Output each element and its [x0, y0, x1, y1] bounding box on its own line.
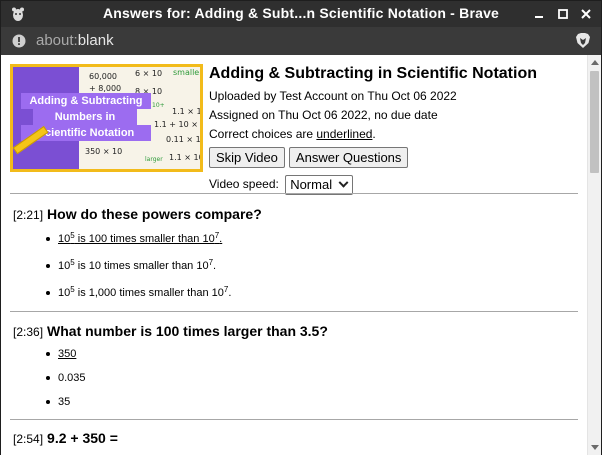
thumbnail-banner-line: Numbers in	[33, 109, 137, 125]
choice-item: 105 is 100 times smaller than 107.	[46, 226, 578, 253]
video-speed-value: Normal	[290, 176, 333, 192]
question-block: [2:21] How do these powers compare? 105 i…	[13, 205, 578, 307]
choice-mid: is 10 times smaller than 10	[74, 260, 209, 272]
math-snippet: 1.1 + 10 × 10	[154, 120, 200, 129]
correct-note-underlined: underlined	[316, 127, 373, 141]
choice-end: .	[219, 233, 223, 245]
math-snippet: 1.1 × 10	[172, 107, 202, 116]
divider	[10, 193, 578, 194]
close-button[interactable]	[577, 5, 595, 23]
choice-item: 105 is 10 times smaller than 107.	[46, 253, 578, 280]
math-snippet: 0.11 × 10	[166, 135, 203, 144]
question-block: [2:36] What number is 100 times larger th…	[13, 322, 578, 414]
choice-item: 0.035	[46, 366, 578, 390]
page-content[interactable]: 60,000 + 8,000 6 × 10 8 × 10 smaller 1.1…	[1, 55, 587, 455]
math-snippet: 350 × 10	[85, 147, 123, 156]
divider	[10, 419, 578, 420]
question-header: [2:21] How do these powers compare?	[13, 205, 578, 223]
chevron-down-icon	[338, 177, 349, 188]
choice-list: 350 0.035 35	[46, 342, 578, 414]
choice-base: 10	[58, 233, 71, 245]
url-scheme: about:	[36, 32, 78, 49]
title-bar[interactable]: Answers for: Adding & Subt...n Scientifi…	[1, 1, 601, 27]
bullet	[46, 291, 50, 295]
video-thumbnail[interactable]: 60,000 + 8,000 6 × 10 8 × 10 smaller 1.1…	[10, 64, 203, 172]
divider	[10, 311, 578, 312]
thumbnail-banner-line: Adding & Subtracting	[21, 93, 151, 109]
choice-base: 10	[58, 260, 71, 272]
scrollbar-thumb[interactable]	[590, 71, 599, 173]
minimize-icon	[535, 16, 543, 18]
choice-end: .	[213, 260, 217, 272]
window-title: Answers for: Adding & Subt...n Scientifi…	[102, 5, 500, 21]
choice-mid: is 100 times smaller than 10	[74, 233, 215, 245]
scroll-down-arrow-icon[interactable]	[591, 445, 599, 450]
choice-list: 105 is 100 times smaller than 107. 105 i…	[46, 226, 578, 307]
url-field[interactable]: about:blank	[36, 32, 114, 49]
close-icon	[581, 9, 591, 19]
choice-text: 105 is 1,000 times smaller than 107.	[58, 286, 232, 300]
question-block: [2:54] 9.2 + 350 =	[13, 429, 578, 447]
bullet	[46, 400, 50, 404]
choice-text: 350	[58, 348, 77, 360]
choice-base: 10	[58, 287, 71, 299]
math-snippet: larger	[145, 156, 163, 163]
video-header: 60,000 + 8,000 6 × 10 8 × 10 smaller 1.1…	[10, 64, 580, 195]
video-title: Adding & Subtracting in Scientific Notat…	[209, 65, 537, 82]
maximize-icon	[558, 9, 568, 19]
video-info: Adding & Subtracting in Scientific Notat…	[209, 64, 579, 196]
correct-choices-note: Correct choices are underlined.	[209, 125, 579, 144]
choice-end: .	[228, 287, 232, 299]
choice-item: 350	[46, 342, 578, 366]
math-snippet: smaller	[173, 68, 203, 77]
question-header: [2:54] 9.2 + 350 =	[13, 429, 578, 447]
math-snippet: 6 × 10	[135, 69, 163, 78]
question-timestamp[interactable]: [2:54]	[13, 432, 43, 446]
url-path: blank	[77, 32, 114, 49]
choice-text: 35	[58, 396, 71, 408]
bullet	[46, 237, 50, 241]
video-speed-label: Video speed:	[209, 177, 279, 191]
correct-note-suffix: .	[372, 127, 376, 141]
math-snippet: 10+	[152, 102, 165, 109]
minimize-button[interactable]	[530, 5, 548, 23]
bullet	[46, 376, 50, 380]
brave-lion-icon[interactable]	[575, 32, 591, 49]
math-snippet: 60,000	[89, 72, 117, 81]
choice-text: 105 is 10 times smaller than 107.	[58, 259, 217, 273]
uploaded-by: Uploaded by Test Account on Thu Oct 06 2…	[209, 89, 457, 103]
action-buttons: Skip Video Answer Questions	[209, 147, 579, 169]
choice-mid: is 1,000 times smaller than 10	[74, 287, 224, 299]
answer-questions-button[interactable]: Answer Questions	[288, 147, 409, 168]
choice-text: 0.035	[58, 372, 86, 384]
question-text: 9.2 + 350 =	[47, 430, 118, 446]
assigned-date: Assigned on Thu Oct 06 2022, no due date	[209, 108, 438, 122]
question-text: What number is 100 times larger than 3.5…	[47, 323, 328, 339]
choice-text: 105 is 100 times smaller than 107.	[58, 232, 223, 246]
question-timestamp[interactable]: [2:21]	[13, 208, 43, 222]
math-snippet: 1.1 × 10	[169, 153, 203, 162]
choice-item: 105 is 1,000 times smaller than 107.	[46, 280, 578, 307]
address-bar[interactable]: about:blank	[1, 27, 601, 55]
question-header: [2:36] What number is 100 times larger th…	[13, 322, 578, 340]
math-snippet: + 8,000	[89, 84, 122, 93]
skip-video-button[interactable]: Skip Video	[209, 147, 285, 168]
bullet	[46, 264, 50, 268]
vertical-scrollbar[interactable]	[587, 55, 601, 455]
correct-note-prefix: Correct choices are	[209, 127, 317, 141]
scroll-up-arrow-icon[interactable]	[591, 60, 599, 65]
bullet	[46, 352, 50, 356]
browser-window: Answers for: Adding & Subt...n Scientifi…	[0, 0, 602, 455]
question-text: How do these powers compare?	[47, 206, 262, 222]
video-speed-select[interactable]: Normal	[285, 174, 354, 195]
info-icon[interactable]	[12, 34, 26, 48]
question-timestamp[interactable]: [2:36]	[13, 325, 43, 339]
choice-item: 35	[46, 390, 578, 414]
maximize-button[interactable]	[554, 5, 572, 23]
